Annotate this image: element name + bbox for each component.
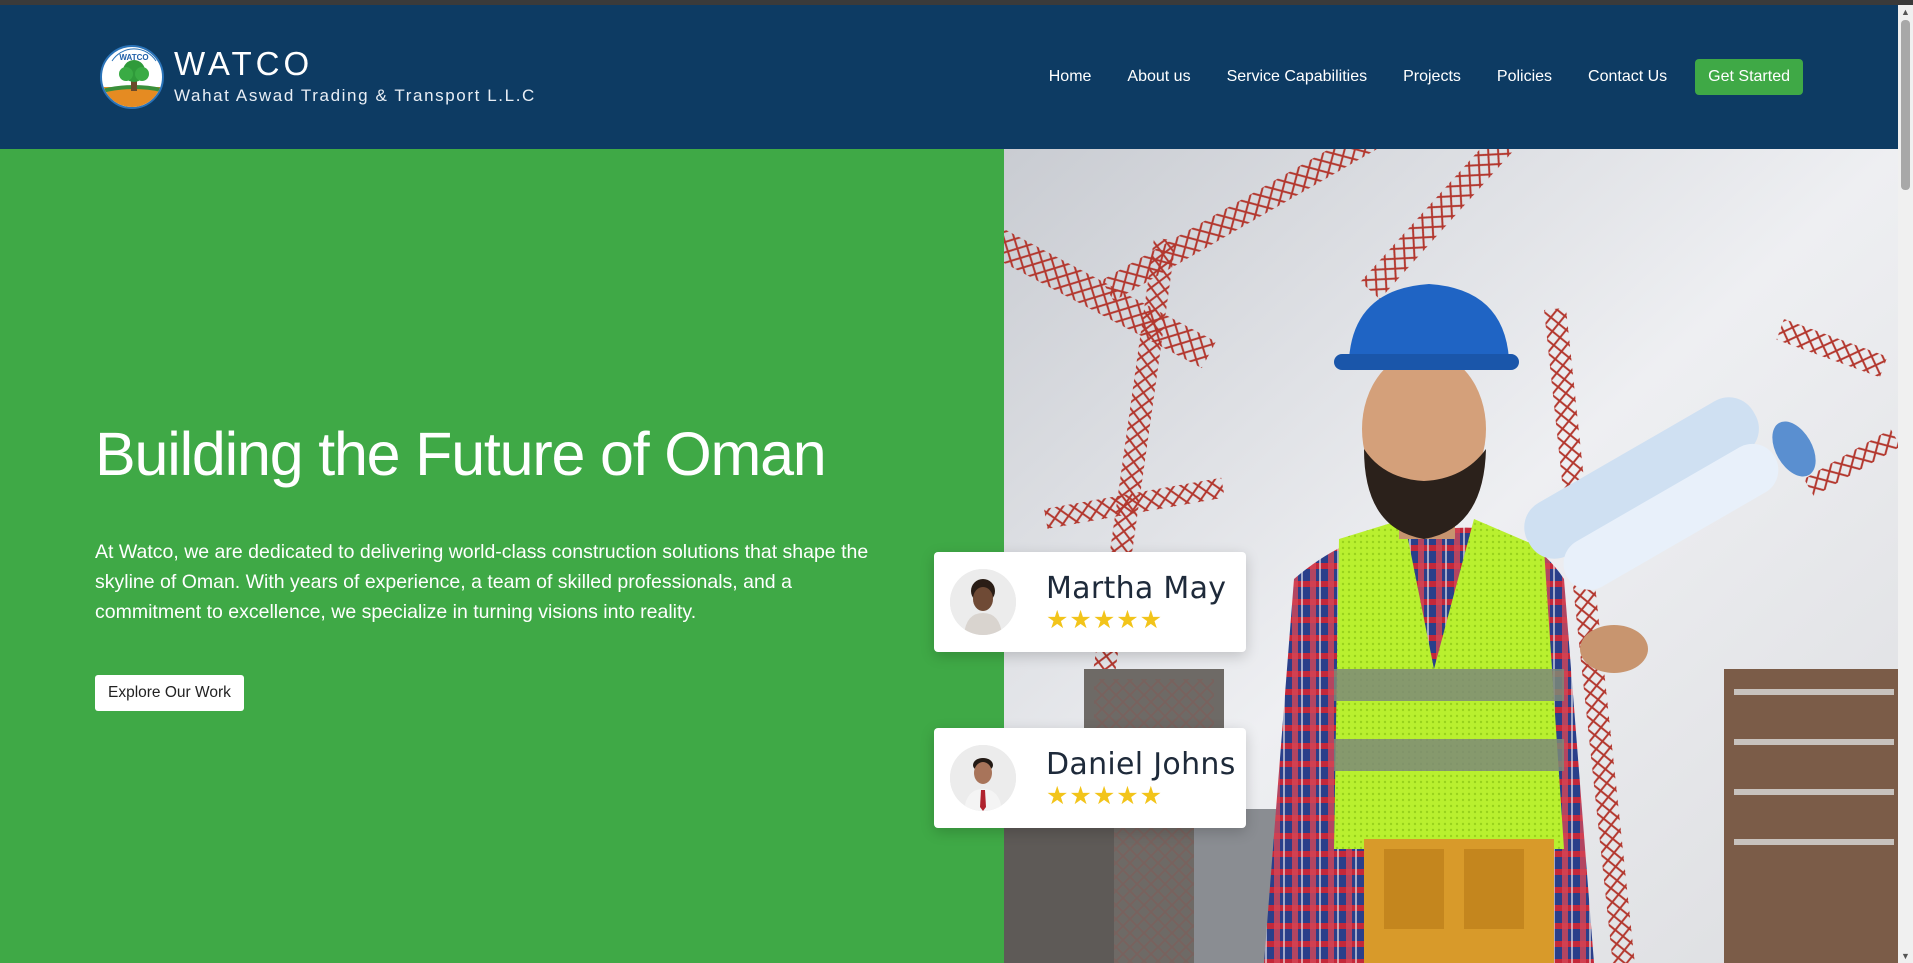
nav-about-us[interactable]: About us	[1127, 68, 1190, 86]
avatar	[950, 569, 1016, 635]
explore-our-work-button[interactable]: Explore Our Work	[95, 675, 244, 711]
vertical-scrollbar[interactable]: ▲ ▼	[1898, 5, 1913, 963]
avatar	[950, 745, 1016, 811]
hero-description: At Watco, we are dedicated to delivering…	[95, 541, 869, 623]
watco-logo-icon: WATCO	[100, 45, 164, 109]
nav-policies[interactable]: Policies	[1497, 68, 1552, 86]
review-card-martha-may: Martha May ★★★★★	[934, 552, 1246, 652]
get-started-button[interactable]: Get Started	[1695, 59, 1803, 95]
logo-badge-text: WATCO	[119, 53, 148, 62]
nav-projects[interactable]: Projects	[1403, 68, 1461, 86]
reviewer-name: Martha May	[1046, 570, 1227, 606]
review-card-daniel-johns: Daniel Johns ★★★★★	[934, 728, 1246, 828]
scroll-up-icon[interactable]: ▲	[1898, 5, 1913, 19]
brand-subtitle: Wahat Aswad Trading & Transport L.L.C	[174, 86, 536, 105]
star-rating: ★★★★★	[1046, 605, 1164, 634]
hero-title: Building the Future of Oman	[95, 420, 827, 488]
logo[interactable]: WATCO WATCO Wahat Aswad Trading & Transp…	[100, 45, 536, 109]
brand-name: WATCO	[174, 45, 314, 82]
star-rating: ★★★★★	[1046, 781, 1164, 810]
reviewer-name: Daniel Johns	[1046, 746, 1236, 782]
scroll-down-icon[interactable]: ▼	[1898, 949, 1913, 963]
page: WATCO WATCO Wahat Aswad Trading & Transp…	[0, 5, 1898, 963]
main-nav: Home About us Service Capabilities Proje…	[1049, 59, 1803, 95]
site-header: WATCO WATCO Wahat Aswad Trading & Transp…	[0, 5, 1898, 149]
nav-home[interactable]: Home	[1049, 68, 1092, 86]
nav-service-capabilities[interactable]: Service Capabilities	[1227, 68, 1368, 86]
scroll-thumb[interactable]	[1901, 20, 1910, 190]
nav-contact-us[interactable]: Contact Us	[1588, 68, 1667, 86]
